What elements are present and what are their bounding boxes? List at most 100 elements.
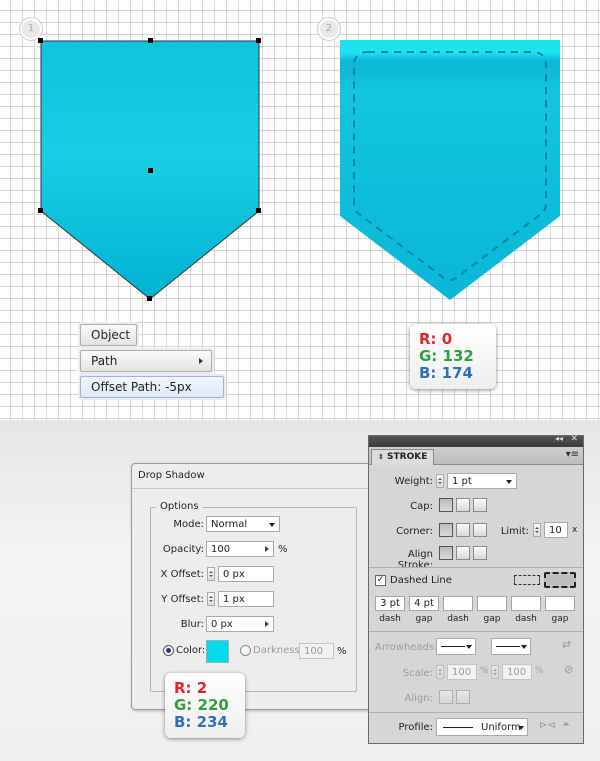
rgb-readout-top: R: 0 G: 132 B: 174	[410, 324, 496, 389]
align-dash-corners-icon[interactable]	[544, 572, 576, 588]
opacity-value: 100	[211, 544, 231, 555]
y-offset-spinner[interactable]	[207, 592, 215, 606]
preserve-dash-icon[interactable]	[514, 575, 540, 585]
mode-select[interactable]: Normal	[206, 516, 280, 532]
weight-spinner[interactable]	[436, 474, 444, 488]
opacity-input[interactable]: 100	[206, 541, 274, 557]
step-badge-two: 2	[318, 18, 340, 40]
pocket-shape-selected[interactable]	[36, 36, 266, 306]
align-outside-icon[interactable]	[473, 546, 487, 560]
darkness-input[interactable]: 100	[299, 643, 334, 659]
mode-value: Normal	[211, 519, 248, 530]
scale-end-input[interactable]: 100	[502, 664, 532, 680]
gap-input-2[interactable]	[477, 596, 507, 611]
anchor-point[interactable]	[256, 38, 261, 43]
align-inside-icon[interactable]	[456, 546, 470, 560]
anchor-point[interactable]	[38, 38, 43, 43]
darkness-radio[interactable]	[240, 645, 251, 656]
red-value: R: 2	[174, 679, 208, 697]
projecting-cap-icon[interactable]	[473, 498, 487, 512]
color-swatch[interactable]	[206, 640, 229, 663]
anchor-point[interactable]	[147, 296, 152, 301]
bevel-join-icon[interactable]	[473, 523, 487, 537]
flip-vertical-icon[interactable]: ⏶	[562, 719, 570, 730]
scale-end-spinner[interactable]	[491, 665, 499, 679]
mode-label: Mode:	[173, 519, 204, 530]
swap-arrows-icon[interactable]: ⇄	[562, 638, 571, 651]
panel-menu-icon[interactable]: ▾≡	[566, 449, 579, 460]
dash-input-1[interactable]: 3 pt	[375, 596, 405, 611]
blur-label: Blur:	[180, 619, 204, 630]
divider	[369, 631, 583, 632]
color-radio[interactable]	[163, 645, 174, 656]
menu-path[interactable]: Path	[80, 350, 212, 372]
align-center-icon[interactable]	[439, 546, 453, 560]
limit-input[interactable]: 10	[544, 522, 568, 538]
butt-cap-icon[interactable]	[439, 498, 453, 512]
green-value: G: 220	[174, 696, 229, 714]
divider	[132, 488, 372, 489]
dashed-line-checkbox[interactable]: ✓	[375, 575, 386, 586]
panel-titlebar[interactable]: ◂◂ ✕	[369, 434, 583, 447]
profile-label: Profile:	[398, 722, 433, 733]
dashed-line-label: Dashed Line	[390, 575, 452, 586]
chevron-down-icon	[521, 645, 527, 649]
y-offset-input[interactable]: 1 px	[218, 591, 274, 607]
dialog-title: Drop Shadow	[138, 470, 205, 481]
dash-input-3[interactable]	[511, 596, 541, 611]
flyout-arrow-icon[interactable]	[265, 546, 269, 552]
tab-stroke[interactable]: ⇕ STROKE	[371, 449, 435, 465]
round-join-icon[interactable]	[456, 523, 470, 537]
scale-start-spinner[interactable]	[436, 665, 444, 679]
stroke-panel: ◂◂ ✕ ⇕ STROKE ▾≡ Weight: 1 pt Cap: Corne…	[368, 434, 584, 744]
link-icon[interactable]: ⊘	[564, 663, 573, 676]
line-preview	[496, 646, 520, 647]
divider	[369, 567, 583, 568]
pocket-shape-stitched	[340, 40, 560, 300]
close-icon[interactable]: ✕	[570, 434, 578, 444]
color-label: Color:	[176, 645, 206, 656]
opacity-label: Opacity:	[162, 544, 204, 555]
scale-label: Scale:	[402, 668, 433, 679]
align-arrow-label: Align:	[404, 693, 433, 704]
cap-label: Cap:	[410, 501, 433, 512]
miter-join-icon[interactable]	[439, 523, 453, 537]
gap-input-3[interactable]	[545, 596, 575, 611]
arrow-place-icon[interactable]	[456, 690, 470, 704]
collapse-icon[interactable]: ◂◂	[555, 434, 563, 443]
menu-object[interactable]: Object	[80, 324, 137, 346]
anchor-point[interactable]	[148, 38, 153, 43]
x-offset-input[interactable]: 0 px	[218, 566, 274, 582]
red-value: R: 0	[419, 330, 453, 348]
start-arrowhead-select[interactable]	[436, 638, 476, 655]
x-offset-spinner[interactable]	[207, 567, 215, 581]
flyout-arrow-icon[interactable]	[265, 621, 269, 627]
limit-spinner[interactable]	[533, 523, 541, 537]
dash-input-2[interactable]	[443, 596, 473, 611]
menu-path-label: Path	[91, 354, 118, 368]
submenu-arrow-icon	[199, 358, 203, 364]
anchor-point[interactable]	[256, 208, 261, 213]
scale-start-input[interactable]: 100	[447, 664, 477, 680]
scale-unit: %	[480, 666, 489, 676]
radio-dot	[166, 648, 171, 653]
arrow-extend-icon[interactable]	[439, 690, 453, 704]
blue-value: B: 234	[174, 713, 228, 731]
round-cap-icon[interactable]	[456, 498, 470, 512]
dash-caption: dash	[447, 614, 469, 624]
blur-input[interactable]: 0 px	[206, 616, 274, 632]
menu-offset-path[interactable]: Offset Path: -5px	[80, 376, 224, 398]
arrowheads-label: Arrowheads:	[375, 642, 438, 653]
chevron-down-icon	[269, 523, 275, 527]
center-point[interactable]	[148, 168, 153, 173]
weight-select[interactable]: 1 pt	[447, 473, 517, 489]
corner-label: Corner:	[396, 526, 433, 537]
rgb-readout-bottom: R: 2 G: 220 B: 234	[165, 673, 245, 738]
gap-input-1[interactable]: 4 pt	[409, 596, 439, 611]
anchor-point[interactable]	[38, 208, 43, 213]
line-preview	[441, 646, 465, 647]
flip-horizontal-icon[interactable]: ⊳⊲	[539, 720, 556, 731]
opacity-unit: %	[278, 544, 288, 555]
profile-select[interactable]: Uniform	[436, 718, 528, 736]
end-arrowhead-select[interactable]	[491, 638, 531, 655]
